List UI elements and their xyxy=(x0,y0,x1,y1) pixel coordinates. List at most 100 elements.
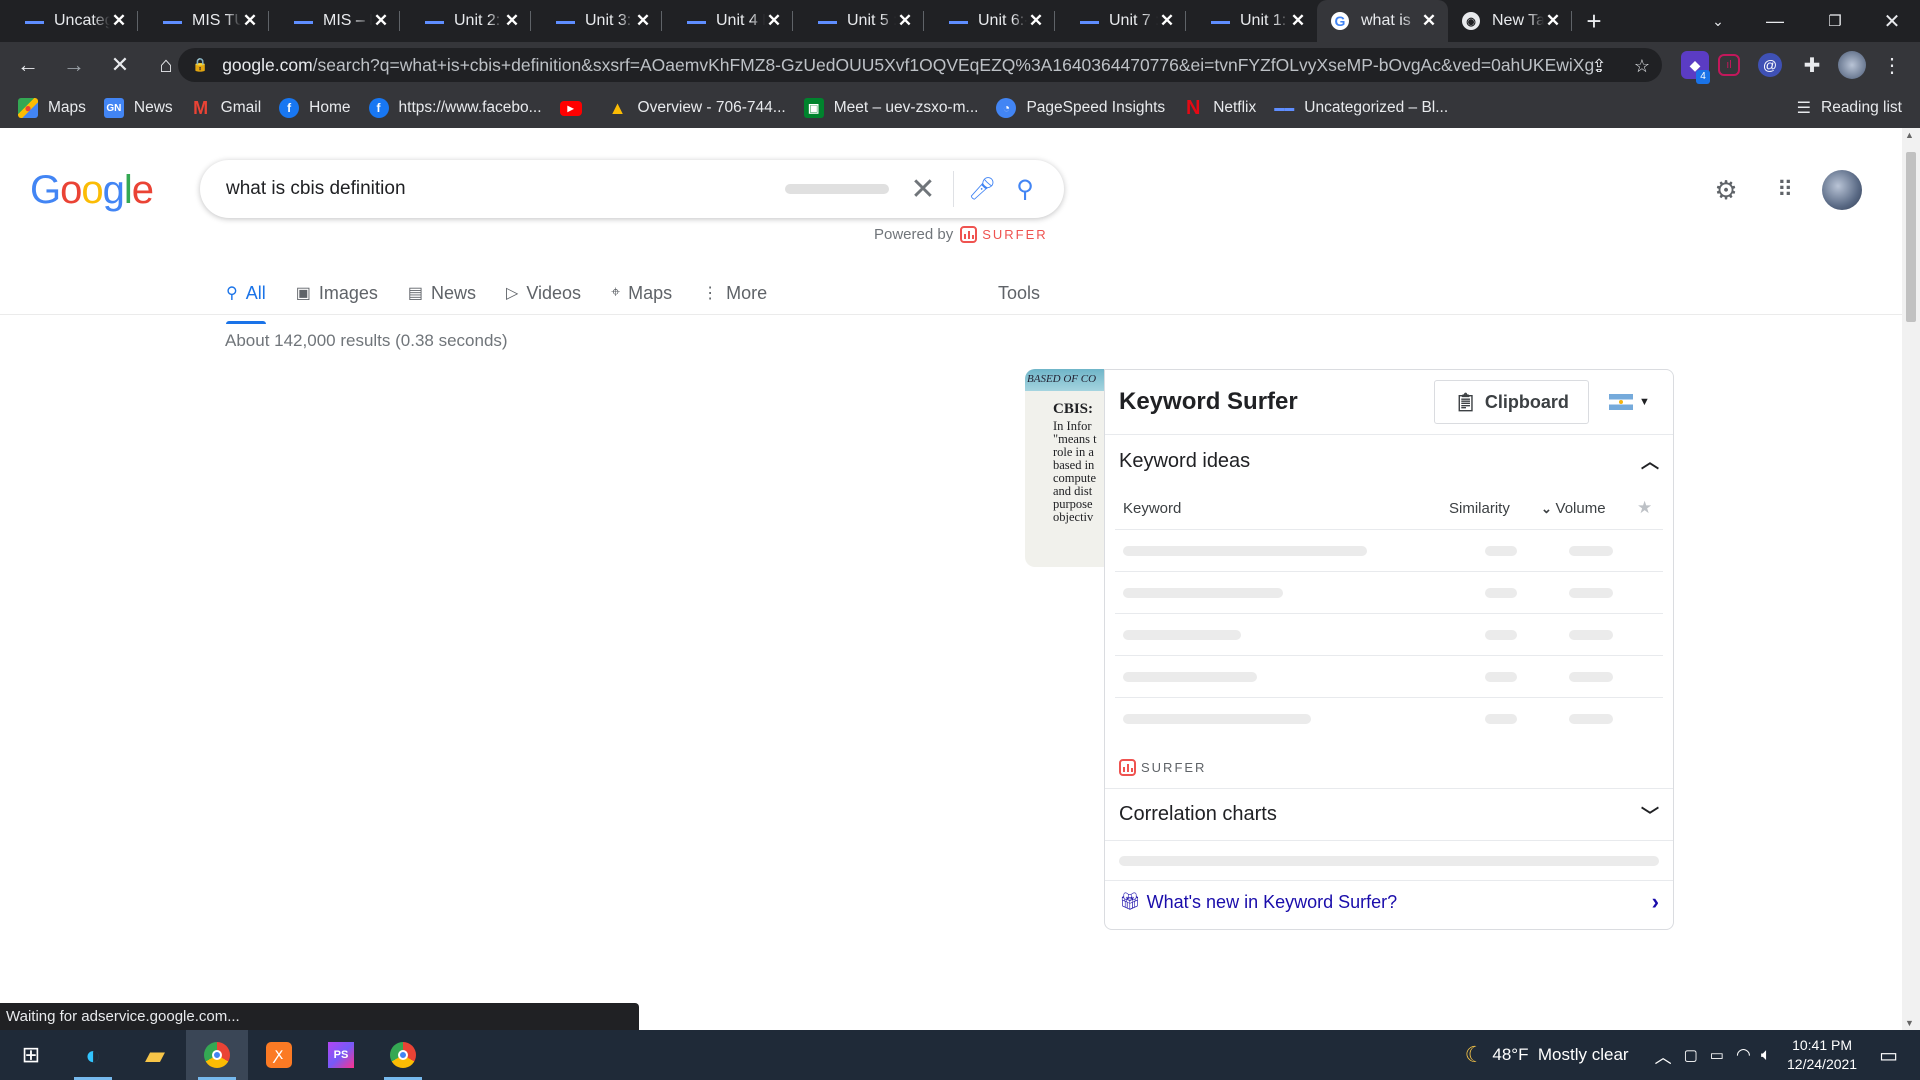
scroll-down-icon[interactable]: ▼ xyxy=(1905,1018,1914,1028)
volume-sort-column[interactable]: ⌄ Volume xyxy=(1541,500,1637,517)
notification-icon[interactable]: ▭ xyxy=(1879,1043,1898,1068)
weather-widget[interactable]: 48°F Mostly clear xyxy=(1492,1045,1628,1065)
result-thumbnail-image[interactable]: BASED OF CO CBIS: In Infor "means t role… xyxy=(1025,369,1105,567)
bookmark-ads-overview[interactable]: ▲ Overview - 706-744... xyxy=(608,98,786,118)
bookmark-facebook[interactable]: f https://www.facebo... xyxy=(368,98,542,118)
xampp-taskbar-button[interactable]: ꭗ xyxy=(248,1030,310,1080)
close-tab-icon[interactable]: ✕ xyxy=(1544,11,1562,31)
tray-chevron-icon[interactable]: ︿ xyxy=(1655,1043,1672,1068)
bookmark-pagespeed[interactable]: ◔ PageSpeed Insights xyxy=(996,98,1165,118)
tab-search-icon[interactable]: ⌄ xyxy=(1688,0,1748,42)
search-icon[interactable]: ⚲ xyxy=(1000,175,1050,204)
chrome-profile-taskbar-button[interactable] xyxy=(372,1030,434,1080)
back-icon[interactable]: ← xyxy=(8,45,48,85)
tab-news[interactable]: ▤ News xyxy=(408,273,476,313)
url-text[interactable]: google.com/search?q=what+is+cbis+definit… xyxy=(222,55,1602,76)
close-tab-icon[interactable]: ✕ xyxy=(1420,11,1438,31)
wifi-icon[interactable]: ◠ xyxy=(1736,1045,1751,1065)
close-tab-icon[interactable]: ✕ xyxy=(634,11,652,31)
keyword-ideas-header[interactable]: Keyword ideas ︿ xyxy=(1105,435,1673,487)
close-window-icon[interactable]: ✕ xyxy=(1862,0,1920,42)
close-tab-icon[interactable]: ✕ xyxy=(1027,11,1045,31)
tab-maps[interactable]: ⌖ Maps xyxy=(611,273,672,313)
close-tab-icon[interactable]: ✕ xyxy=(110,11,128,31)
browser-tab[interactable]: ▬▬Unit 4 M✕ xyxy=(662,0,793,42)
whats-new-link[interactable]: 🎁︎ What's new in Keyword Surfer? › xyxy=(1105,881,1673,923)
similarity-column[interactable]: Similarity xyxy=(1449,500,1541,517)
bookmark-gmail[interactable]: M Gmail xyxy=(191,98,261,118)
new-tab-button[interactable]: + xyxy=(1572,0,1616,42)
star-icon[interactable]: ★ xyxy=(1637,498,1673,518)
clear-icon[interactable]: ✕ xyxy=(903,172,943,207)
scroll-up-icon[interactable]: ▲ xyxy=(1905,130,1914,140)
browser-tab[interactable]: ▬▬Uncategorized✕ xyxy=(0,0,138,42)
close-tab-icon[interactable]: ✕ xyxy=(241,11,259,31)
google-logo[interactable]: Google xyxy=(30,168,154,213)
phpstorm-taskbar-button[interactable]: PS xyxy=(310,1030,372,1080)
country-selector[interactable]: ▼ xyxy=(1609,394,1659,410)
volume-icon[interactable]: 🔈︎ xyxy=(1761,1045,1771,1065)
tools-button[interactable]: Tools xyxy=(998,273,1040,313)
bookmark-uncategorized[interactable]: ▬▬ Uncategorized – Bl... xyxy=(1274,98,1448,118)
browser-tab[interactable]: ◉New Tab✕ xyxy=(1448,0,1572,42)
close-tab-icon[interactable]: ✕ xyxy=(896,11,914,31)
bookmark-star-icon[interactable]: ☆ xyxy=(1627,51,1657,81)
close-tab-icon[interactable]: ✕ xyxy=(372,11,390,31)
battery-icon[interactable]: ▭ xyxy=(1710,1046,1724,1064)
browser-tab[interactable]: ▬▬ Unit 5 : ✕ xyxy=(793,0,924,42)
surfer-extension-icon[interactable]: ıl xyxy=(1718,54,1740,76)
share-icon[interactable]: ⇪ xyxy=(1584,51,1614,81)
address-bar[interactable]: 🔒 google.com/search?q=what+is+cbis+defin… xyxy=(178,48,1662,82)
browser-tab[interactable]: ▬▬ Unit 6:- ✕ xyxy=(924,0,1055,42)
browser-tab-active[interactable]: Gwhat is ✕ xyxy=(1317,0,1448,42)
bookmark-netflix[interactable]: N Netflix xyxy=(1183,97,1256,119)
close-tab-icon[interactable]: ✕ xyxy=(503,11,521,31)
clock[interactable]: 10:41 PM 12/24/2021 xyxy=(1787,1036,1857,1074)
bookmark-meet[interactable]: ▣ Meet – uev-zsxo-m... xyxy=(803,98,978,118)
close-tab-icon[interactable]: ✕ xyxy=(1158,11,1176,31)
minimize-icon[interactable]: — xyxy=(1745,0,1805,42)
at-extension-icon[interactable]: @ xyxy=(1758,53,1782,77)
reading-list-button[interactable]: ☰ Reading list xyxy=(1797,88,1902,128)
browser-tab[interactable]: ▬▬Unit 2: I✕ xyxy=(400,0,531,42)
profile-avatar[interactable] xyxy=(1838,51,1866,79)
bookmark-maps[interactable]: ● Maps xyxy=(18,98,86,118)
search-input[interactable]: what is cbis definition xyxy=(226,178,785,200)
tab-videos[interactable]: ▷ Videos xyxy=(506,273,581,313)
lock-icon[interactable]: 🔒 xyxy=(192,57,208,73)
account-avatar[interactable] xyxy=(1822,170,1862,210)
apps-grid-icon[interactable]: ⠿ xyxy=(1764,170,1804,210)
edge-taskbar-button[interactable]: ◐ xyxy=(62,1030,124,1080)
browser-tab[interactable]: ▬▬ MIS TU ✕ xyxy=(138,0,269,42)
meet-now-icon[interactable]: ▢ xyxy=(1684,1046,1698,1064)
bookmark-home[interactable]: f Home xyxy=(279,98,351,118)
chevron-down-icon[interactable]: ﹀ xyxy=(1641,802,1659,828)
search-box[interactable]: what is cbis definition ✕ 🎤︎ ⚲ xyxy=(200,160,1064,218)
restore-icon[interactable]: ❐ xyxy=(1805,0,1865,42)
chevron-up-icon[interactable]: ︿ xyxy=(1641,448,1659,474)
start-button[interactable]: ⊞ xyxy=(0,1030,62,1080)
bookmark-youtube[interactable]: ▶ xyxy=(559,100,590,116)
menu-dots-icon[interactable]: ⋮ xyxy=(1878,51,1906,79)
chrome-taskbar-button[interactable] xyxy=(186,1030,248,1080)
settings-gear-icon[interactable]: ⚙ xyxy=(1706,170,1746,210)
browser-tab[interactable]: ▬▬MIS – B✕ xyxy=(269,0,400,42)
tab-more[interactable]: ⋮ More xyxy=(702,273,767,313)
microphone-icon[interactable]: 🎤︎ xyxy=(964,176,1000,202)
page-scrollbar[interactable]: ▲ ▼ xyxy=(1902,128,1920,1030)
browser-tab[interactable]: ▬▬ Unit 7 : ✕ xyxy=(1055,0,1186,42)
close-tab-icon[interactable]: ✕ xyxy=(765,11,783,31)
extensions-puzzle-icon[interactable]: ✚ xyxy=(1798,51,1826,79)
close-tab-icon[interactable]: ✕ xyxy=(1289,11,1307,31)
browser-tab[interactable]: ▬▬Unit 3: C✕ xyxy=(531,0,662,42)
correlation-charts-header[interactable]: Correlation charts ﹀ xyxy=(1105,789,1673,841)
browser-tab[interactable]: ▬▬Unit 1: I✕ xyxy=(1186,0,1317,42)
tab-images[interactable]: ▣ Images xyxy=(296,273,378,313)
scrollbar-thumb[interactable] xyxy=(1906,152,1916,322)
clipboard-button[interactable]: 📋︎ Clipboard xyxy=(1434,380,1589,424)
tab-all[interactable]: ⚲ All xyxy=(226,273,266,324)
file-explorer-taskbar-button[interactable]: ▰ xyxy=(124,1030,186,1080)
forward-icon[interactable]: → xyxy=(54,45,94,85)
stop-loading-icon[interactable]: ✕ xyxy=(100,45,140,85)
bookmark-news[interactable]: GN News xyxy=(103,98,173,118)
